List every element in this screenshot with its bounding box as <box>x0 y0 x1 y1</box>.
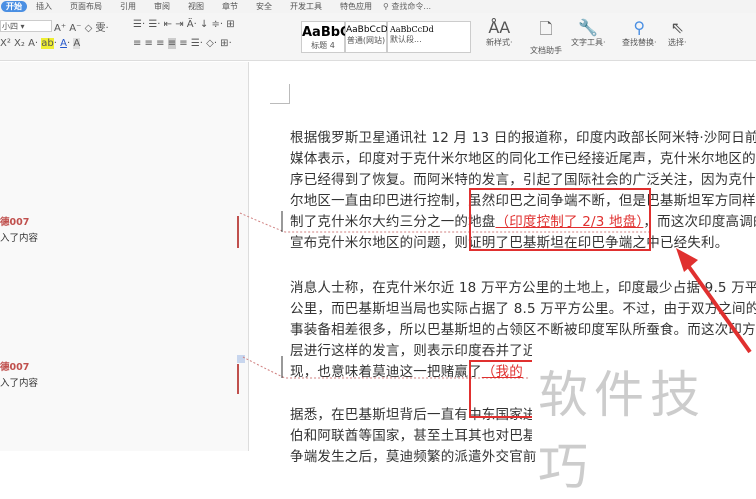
new-style-button[interactable]: ÅA 新样式· <box>486 18 513 48</box>
tab-special[interactable]: 特色应用 <box>331 1 381 12</box>
new-style-label: 新样式 <box>486 38 510 47</box>
tab-security[interactable]: 安全 <box>247 1 281 12</box>
red-arrow-icon <box>676 248 752 354</box>
wrench-icon: 🔧 <box>578 18 599 37</box>
tab-section[interactable]: 章节 <box>213 1 247 12</box>
font-format-row2[interactable]: X² X₂ A· ab· A· A <box>0 38 81 49</box>
find-replace-label: 查找替换 <box>622 38 654 47</box>
tab-review[interactable]: 审阅 <box>145 1 179 12</box>
tab-view[interactable]: 视图 <box>179 1 213 12</box>
style-name: 默认段... <box>390 35 422 44</box>
tab-developer[interactable]: 开发工具 <box>281 1 331 12</box>
select-button[interactable]: ⇖ 选择· <box>668 18 687 48</box>
select-label: 选择 <box>668 38 684 47</box>
style-heading4[interactable]: AaBbC 标题 4 <box>301 21 350 53</box>
style-name: 标题 4 <box>311 41 335 50</box>
style-preview: AaBbCcD <box>346 25 388 35</box>
ribbon-toolbar: 小四 ▾ A⁺ A⁻ ◇ 雯· X² X₂ A· ab· A· A ☰· ☰· … <box>0 13 756 61</box>
find-replace-button[interactable]: ⚲ 查找替换· <box>622 18 657 48</box>
tab-insert[interactable]: 插入 <box>27 1 61 12</box>
font-size-select[interactable]: 小四 ▾ <box>0 20 52 32</box>
doc-helper-icon: 🗋 <box>539 19 553 38</box>
search-icon: ⚲ <box>383 2 389 11</box>
paragraph-row2[interactable]: ≡ ≡ ≡ ≡ ≡ ☰· ◇· ⊞· <box>133 38 232 49</box>
tab-home[interactable]: 开始 <box>1 1 27 12</box>
font-format-row1[interactable]: A⁺ A⁻ ◇ 雯· <box>54 19 109 34</box>
cursor-icon: ⇖ <box>670 18 684 37</box>
new-style-icon: ÅA <box>488 18 511 37</box>
text-tools-label: 文字工具 <box>571 38 603 47</box>
style-name: 普通(网站) <box>346 36 386 45</box>
tab-page-layout[interactable]: 页面布局 <box>61 1 111 12</box>
doc-helper-label: 文档助手 <box>530 46 562 55</box>
style-preview: AaBbCcDd <box>390 25 434 34</box>
magnifier-icon: ⚲ <box>633 18 646 37</box>
text-tools-button[interactable]: 🔧 文字工具· <box>571 18 606 48</box>
tab-references[interactable]: 引用 <box>111 1 145 12</box>
style-normal-web[interactable]: AaBbCcD 普通(网站) <box>345 21 388 53</box>
command-search[interactable]: ⚲ 查找命令... <box>383 1 431 12</box>
font-size-value: 小四 <box>2 22 18 31</box>
doc-helper-button[interactable]: 🗋 文档助手 <box>530 18 562 56</box>
search-placeholder: 查找命令... <box>391 2 432 11</box>
style-preview: AaBbC <box>302 25 350 40</box>
paragraph-row1[interactable]: ☰· ☰· ⇤ ⇥ Ä· ↓ ≑· ⊞ <box>133 19 235 30</box>
ribbon-tabs: 开始 插入 页面布局 引用 审阅 视图 章节 安全 开发工具 特色应用 <box>0 0 756 13</box>
document-area: 德007 入了内容 德007 入了内容 根据俄罗斯卫星通讯社 12 月 13 日… <box>0 62 756 496</box>
style-default[interactable]: AaBbCcDd 默认段... <box>387 21 471 53</box>
